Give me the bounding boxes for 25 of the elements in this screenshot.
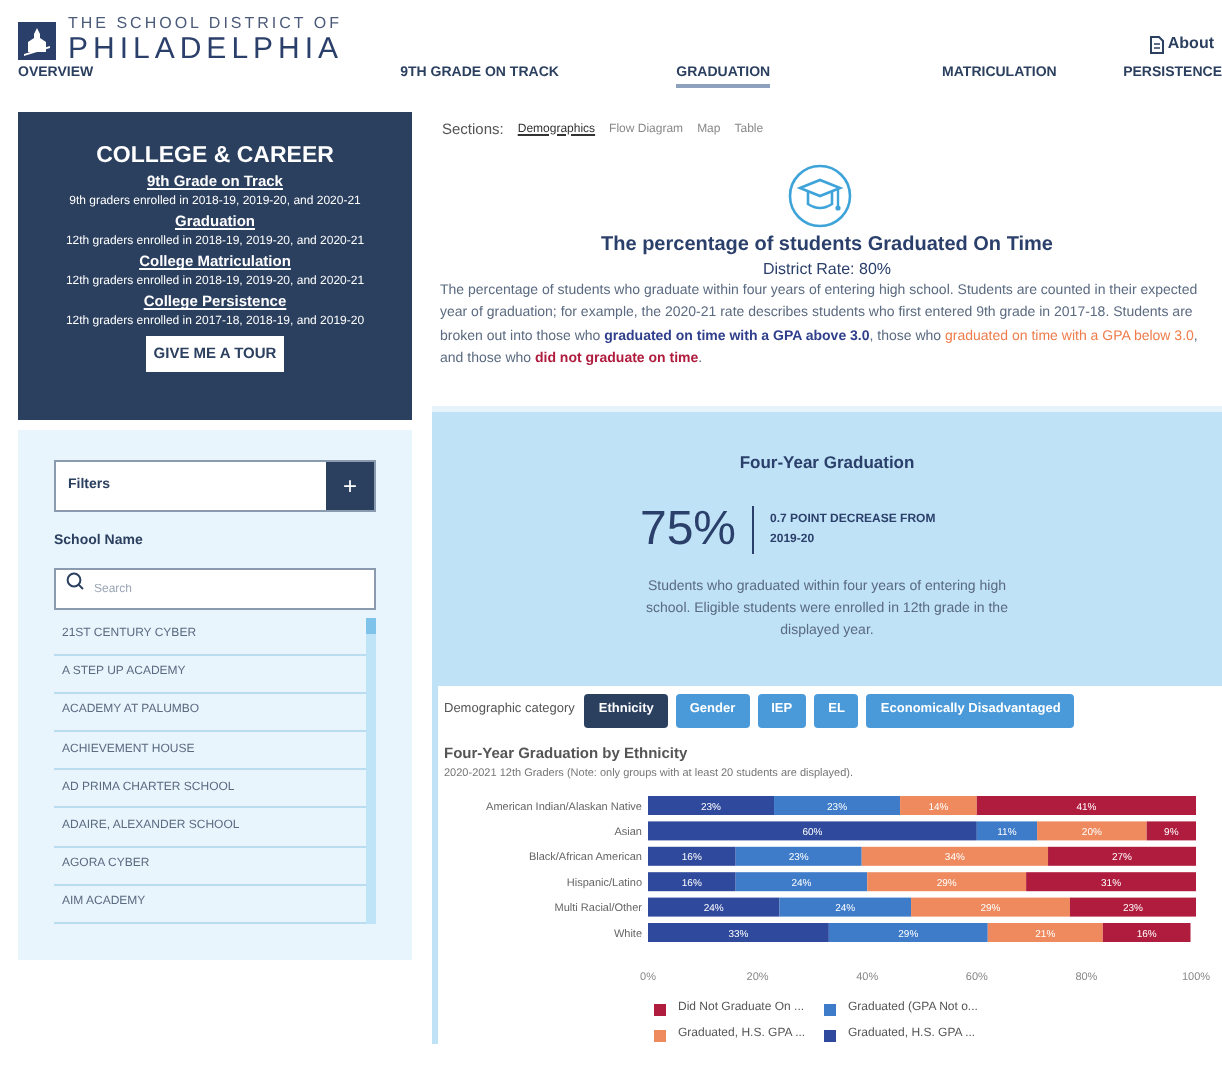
about-link[interactable]: About	[1149, 32, 1214, 56]
intro-title: COLLEGE & CAREER	[96, 142, 334, 171]
bar-segment	[987, 923, 1103, 942]
district-rate: District Rate: 80%	[760, 259, 894, 279]
logo-title: PHILADELPHIA	[68, 34, 344, 64]
scrollbar[interactable]	[366, 617, 376, 924]
school-building-icon	[18, 21, 56, 59]
document-icon	[1149, 35, 1164, 53]
bar-segment	[1069, 897, 1196, 917]
legend-swatch	[824, 1029, 836, 1041]
bar-segment	[779, 897, 912, 917]
graduation-cap-icon	[787, 164, 851, 228]
search-icon	[66, 572, 84, 590]
add-filter-button[interactable]: +	[326, 462, 374, 510]
legend-swatch	[654, 1029, 666, 1041]
scrollbar-thumb[interactable]	[366, 617, 376, 633]
legend-swatch	[824, 1003, 836, 1015]
metric-value: 75%	[639, 506, 739, 555]
metric-title: Four-Year Graduation	[739, 449, 915, 475]
bar-segment	[1102, 923, 1191, 942]
bar-segment	[648, 796, 775, 815]
bar-segment	[648, 897, 780, 917]
legend-swatch	[654, 1003, 666, 1015]
summary-title: The percentage of students Graduated On Time	[599, 234, 1055, 259]
logo-subtitle: THE SCHOOL DISTRICT OF	[68, 16, 344, 32]
